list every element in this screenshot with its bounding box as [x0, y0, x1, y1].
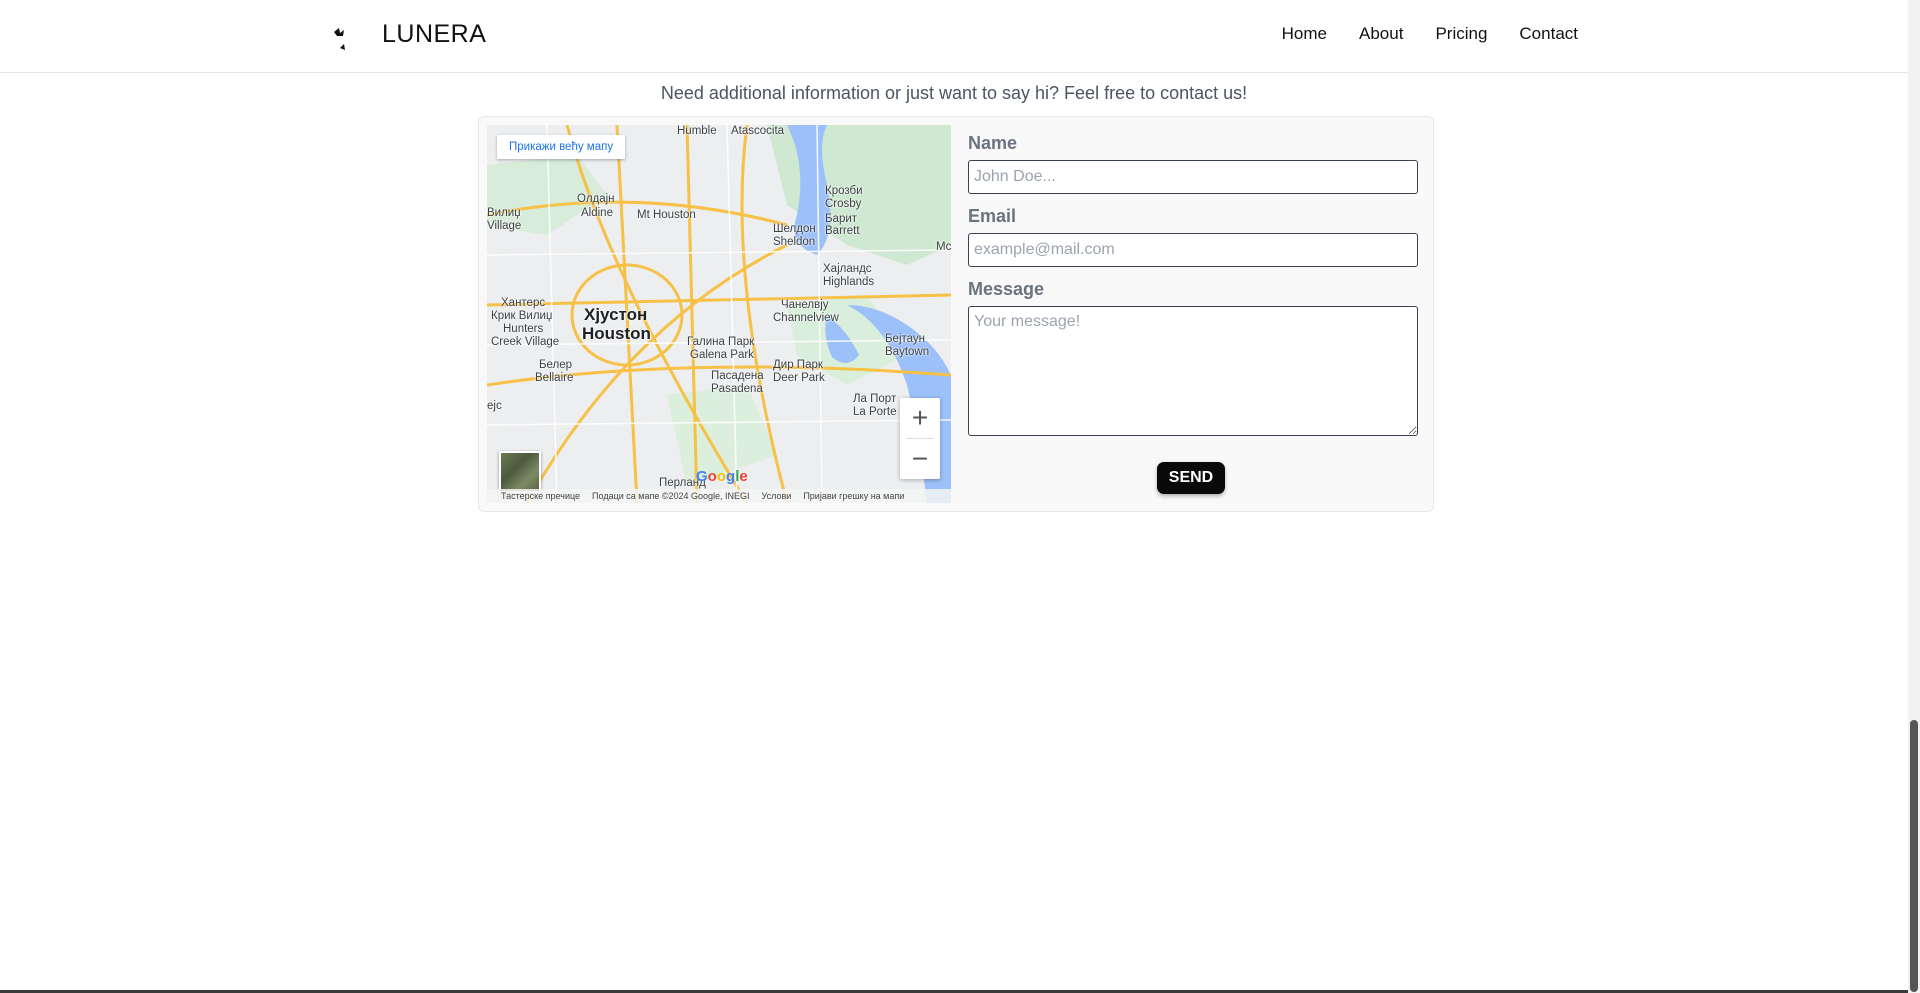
nav-about-link[interactable]: About [1359, 24, 1403, 44]
map-footer: Тастерске пречице Подаци са мапе ©2024 G… [487, 489, 951, 503]
name-label: Name [968, 133, 1018, 153]
name-input[interactable] [968, 160, 1418, 194]
map-place-label: Шелдон [773, 223, 816, 235]
map-place-label: Вилиџ [487, 207, 521, 219]
satellite-toggle-icon[interactable] [499, 451, 541, 493]
brand[interactable]: LUNERA [330, 14, 486, 54]
map-place-label: Deer Park [773, 372, 825, 384]
map-terms-link[interactable]: Услови [762, 491, 792, 501]
map-place-label: Channelview [773, 312, 839, 324]
map-place-label: Олдајн [577, 193, 615, 205]
map-place-label: Atascocita [731, 125, 785, 137]
view-larger-map-link[interactable]: Прикажи већу мапу [497, 135, 626, 159]
map-place-label: Crosby [825, 198, 862, 210]
contact-tagline: Need additional information or just want… [660, 83, 1248, 103]
contact-form: Name Email Message [968, 133, 1418, 448]
name-field-group: Name [968, 133, 1418, 194]
map-city-label: Хјустон [584, 305, 648, 324]
map-place-label: Sheldon [773, 236, 816, 248]
map-city-label: Houston [582, 324, 651, 343]
map-place-label: ејс [487, 400, 502, 412]
message-textarea[interactable] [968, 306, 1418, 436]
map-embed[interactable]: Humble Atascocita Олдајн Aldine Mt Houst… [487, 125, 951, 503]
navbar: LUNERA Home About Pricing Contact [0, 0, 1908, 73]
main-nav: Home About Pricing Contact [1282, 24, 1578, 44]
map-place-label: Aldine [581, 207, 613, 219]
map-place-label: Barrett [825, 225, 860, 237]
email-input[interactable] [968, 233, 1418, 267]
map-place-label: Хантерс [501, 297, 546, 309]
map-place-label: Чанелвју [781, 299, 829, 311]
map-place-label: Пасадена [711, 370, 764, 382]
map-place-label: Бејтаун [885, 333, 926, 345]
map-keyboard-shortcuts-link[interactable]: Тастерске пречице [501, 491, 580, 501]
map-place-label: Baytown [885, 346, 930, 358]
message-field-group: Message [968, 279, 1418, 436]
nav-home-link[interactable]: Home [1282, 24, 1327, 44]
map-data-attribution: Подаци са мапе ©2024 Google, INEGI [592, 491, 750, 501]
map-place-label: Крик Вилиџ [491, 310, 553, 322]
brand-name: LUNERA [382, 19, 487, 48]
map-place-label: Hunters [503, 323, 544, 335]
map-place-label: Mc [936, 241, 951, 253]
map-report-error-link[interactable]: Пријави грешку на мапи [803, 491, 904, 501]
map-place-label: Дир Парк [773, 359, 823, 371]
map-place-label: Хајландс [823, 263, 872, 275]
nav-contact-link[interactable]: Contact [1519, 24, 1578, 44]
email-label: Email [968, 206, 1017, 226]
map-place-label: Галина Парк [687, 336, 755, 348]
zoom-out-button[interactable]: − [900, 439, 940, 479]
map-place-label: Galena Park [690, 349, 754, 361]
map-place-label: La Porte [853, 406, 897, 418]
map-place-label: Highlands [823, 276, 875, 288]
scrollbar-thumb[interactable] [1910, 720, 1918, 992]
map-place-label: Крозби [825, 185, 863, 197]
map-place-label: Ла Порт [853, 393, 897, 405]
map-place-label: Pasadena [711, 383, 763, 395]
map-canvas[interactable] [487, 125, 951, 503]
google-logo: Google [696, 468, 748, 485]
page-scrollbar[interactable] [1908, 0, 1920, 993]
zoom-in-button[interactable]: + [900, 398, 940, 438]
map-place-label: Белер [539, 359, 573, 371]
map-place-label: Mt Houston [637, 209, 696, 221]
map-place-label: Humble [677, 125, 717, 137]
map-place-label: Creek Village [491, 336, 560, 348]
map-zoom-control: + − [900, 398, 940, 479]
logo-icon [334, 18, 360, 50]
map-place-label: Барит [825, 213, 858, 225]
map-place-label: Bellaire [535, 372, 574, 384]
contact-card: Humble Atascocita Олдајн Aldine Mt Houst… [478, 116, 1434, 512]
send-button[interactable]: SEND [1157, 462, 1225, 494]
nav-pricing-link[interactable]: Pricing [1435, 24, 1487, 44]
message-label: Message [968, 279, 1045, 299]
email-field-group: Email [968, 206, 1418, 267]
map-place-label: Village [487, 220, 522, 232]
